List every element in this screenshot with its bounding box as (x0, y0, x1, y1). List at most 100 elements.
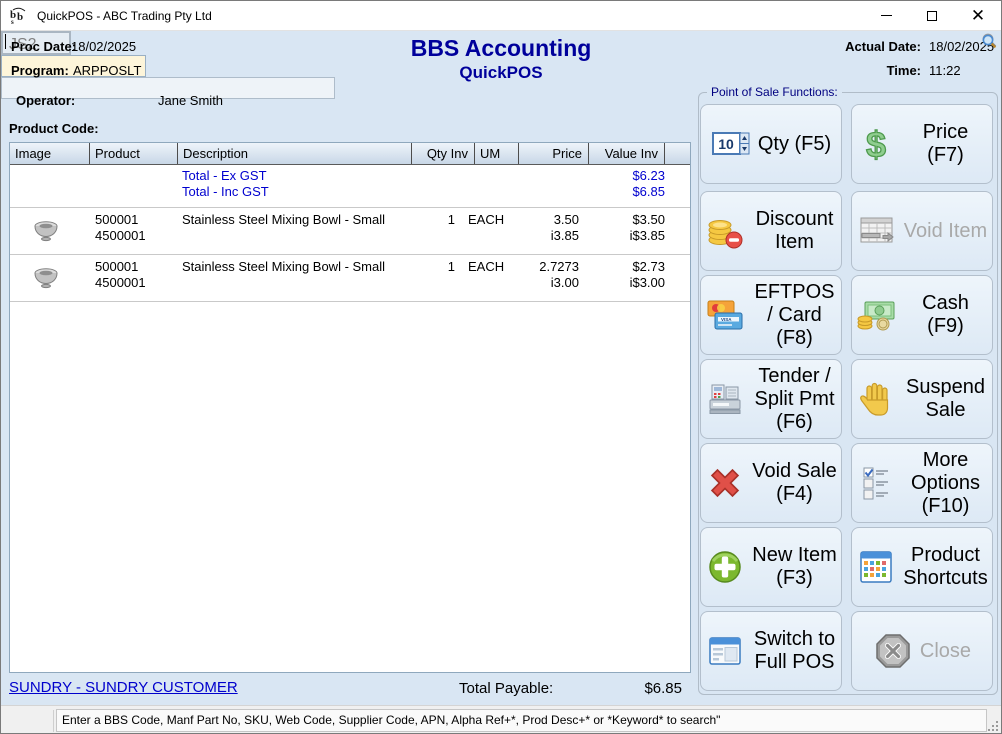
close-octagon-icon (873, 631, 913, 671)
item-price-ex: 2.7273 (515, 259, 579, 274)
product-code-2: 4500001 (95, 228, 146, 243)
close-button: Close (851, 611, 993, 691)
proc-date-value: 18/02/2025 (71, 39, 136, 54)
price-button[interactable]: $Price (F7) (851, 104, 993, 184)
pos-button-label: Product Shortcuts (903, 544, 988, 590)
column-header-image: Image (10, 143, 90, 164)
total-label: Total - Ex GST (182, 168, 267, 183)
product-code-2: 4500001 (95, 275, 146, 290)
void-sale-button[interactable]: Void Sale (F4) (700, 443, 842, 523)
product-search-icon[interactable] (981, 33, 998, 50)
total-label: Total - Inc GST (182, 184, 269, 199)
cash-icon (856, 295, 896, 335)
item-value-ex: $2.73 (589, 259, 665, 274)
green-plus-icon (705, 547, 745, 587)
discount-coins-icon (705, 211, 745, 251)
column-header-filler (665, 143, 690, 164)
pos-button-label: Discount Item (752, 208, 837, 254)
new-item-button[interactable]: New Item (F3) (700, 527, 842, 607)
product-code-1: 500001 (95, 259, 138, 274)
item-um: EACH (468, 212, 504, 227)
switch-full-pos-button[interactable]: Switch to Full POS (700, 611, 842, 691)
item-value-inc: i$3.00 (589, 275, 665, 290)
sale-item-row[interactable]: 500001 Stainless Steel Mixing Bowl - Smal… (10, 208, 690, 254)
minimize-button[interactable] (863, 1, 909, 30)
column-header-um: UM (475, 143, 519, 164)
resize-grip-icon[interactable] (987, 720, 999, 732)
total-payable-label: Total Payable: (459, 680, 553, 697)
operator-name: Jane Smith (158, 93, 223, 108)
red-x-icon (705, 463, 745, 503)
total-value: $6.23 (589, 168, 665, 183)
pos-button-label: Switch to Full POS (752, 628, 837, 674)
time-value: 11:22 (929, 63, 961, 78)
column-header-product: Product (90, 143, 178, 164)
tender-split-button[interactable]: Tender / Split Pmt (F6) (700, 359, 842, 439)
qty-spinner-icon: 10 (711, 124, 751, 164)
close-icon: ✕ (971, 7, 985, 24)
discount-item-button[interactable]: Discount Item (700, 191, 842, 271)
program-label: Program: (11, 63, 69, 78)
total-payable-value: $6.85 (582, 680, 682, 697)
qty-button[interactable]: 10 Qty (F5) (700, 104, 842, 184)
grid-header: ImageProductDescriptionQty InvUMPriceVal… (10, 143, 690, 165)
credit-cards-icon: VISA (705, 295, 745, 335)
grid-body: Total - Ex GST $6.23 Total - Inc GST $6.85 5… (10, 165, 690, 302)
pos-button-label: Void Sale (F4) (752, 460, 837, 506)
hand-icon (856, 379, 896, 419)
bbs-logo-icon: b b s (9, 7, 29, 25)
eftpos-card-button[interactable]: VISAEFTPOS / Card (F8) (700, 275, 842, 355)
column-header-price: Price (519, 143, 589, 164)
app-window: b b s QuickPOS - ABC Trading Pty Ltd ✕ P… (0, 0, 1002, 734)
window-icon (705, 631, 745, 671)
pos-button-label: More Options (F10) (903, 449, 988, 518)
item-value-inc: i$3.85 (589, 228, 665, 243)
suspend-sale-button[interactable]: Suspend Sale (851, 359, 993, 439)
total-value: $6.85 (589, 184, 665, 199)
maximize-icon (927, 11, 937, 21)
svg-text:VISA: VISA (721, 317, 732, 322)
product-code-1: 500001 (95, 212, 138, 227)
svg-text:10: 10 (718, 136, 734, 152)
pos-button-label: Close (920, 640, 971, 663)
column-header-value-inv: Value Inv (589, 143, 665, 164)
time-label: Time: (811, 63, 921, 78)
window-title: QuickPOS - ABC Trading Pty Ltd (37, 9, 212, 23)
pos-button-label: Void Item (904, 220, 987, 243)
pos-button-label: Suspend Sale (903, 376, 988, 422)
maximize-button[interactable] (909, 1, 955, 30)
item-qty: 1 (391, 259, 455, 274)
svg-text:b: b (17, 11, 23, 23)
product-shortcuts-button[interactable]: Product Shortcuts (851, 527, 993, 607)
item-um: EACH (468, 259, 504, 274)
text-caret (5, 34, 6, 49)
sale-item-row[interactable]: 500001Stainless Steel Mixing Bowl - Smal… (10, 255, 690, 301)
status-bar-divider (53, 710, 54, 732)
item-qty: 1 (391, 212, 455, 227)
dollar-icon: $ (856, 124, 896, 164)
item-price-inc: i3.85 (515, 228, 579, 243)
item-description: Stainless Steel Mixing Bowl - Small (182, 212, 385, 227)
sales-grid: ImageProductDescriptionQty InvUMPriceVal… (9, 142, 691, 673)
checklist-icon (856, 463, 896, 503)
main-area: Proc Date: 18/02/2025 Program: ARPPOSLT … (1, 31, 1001, 733)
actual-date-label: Actual Date: (811, 39, 921, 54)
pos-button-label: Tender / Split Pmt (F6) (752, 365, 837, 434)
svg-text:$: $ (866, 124, 886, 164)
pos-functions-group-label: Point of Sale Functions: (707, 85, 842, 99)
svg-text:s: s (11, 18, 14, 25)
minimize-icon (881, 15, 892, 16)
void-item-icon (857, 211, 897, 251)
customer-link[interactable]: SUNDRY - SUNDRY CUSTOMER (9, 679, 238, 696)
pos-button-label: Qty (F5) (758, 133, 831, 156)
more-options-button[interactable]: More Options (F10) (851, 443, 993, 523)
close-window-button[interactable]: ✕ (955, 1, 1001, 30)
totals-block: Total - Ex GST $6.23 Total - Inc GST $6.85 (10, 165, 690, 207)
pos-button-label: Cash (F9) (903, 292, 988, 338)
operator-label: Operator: (16, 93, 75, 108)
status-hint: Enter a BBS Code, Manf Part No, SKU, Web… (56, 709, 987, 732)
cash-button[interactable]: Cash (F9) (851, 275, 993, 355)
title-bar: b b s QuickPOS - ABC Trading Pty Ltd ✕ (1, 1, 1001, 31)
item-value-ex: $3.50 (589, 212, 665, 227)
shortcut-grid-icon (856, 547, 896, 587)
